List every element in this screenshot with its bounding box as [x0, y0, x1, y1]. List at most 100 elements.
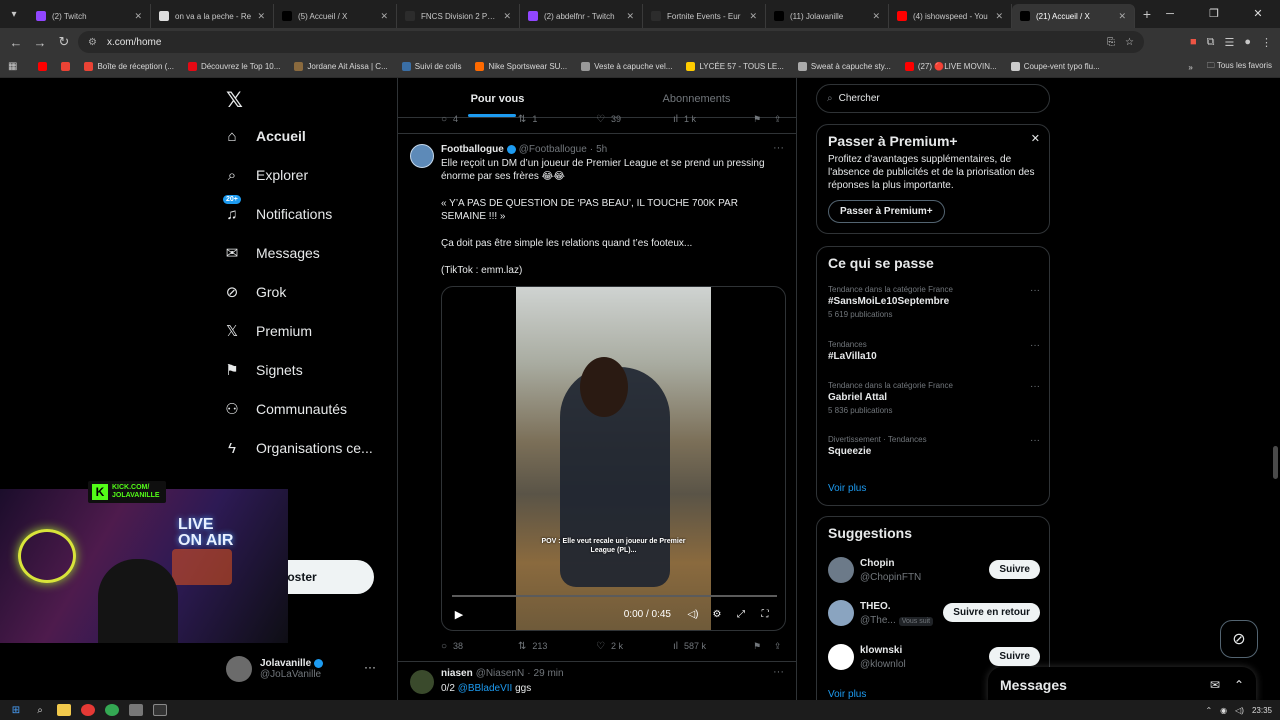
sidebar-item-mail[interactable]: ✉ Messages [222, 243, 320, 263]
tab-close-icon[interactable]: ✕ [995, 11, 1003, 22]
avatar[interactable] [828, 557, 854, 583]
tab-close-icon[interactable]: ✕ [749, 11, 757, 22]
video-progress-bar[interactable] [452, 595, 777, 597]
search-icon[interactable]: ⌕ [30, 702, 50, 718]
more-icon[interactable]: ··· [1030, 435, 1040, 446]
suggestions-see-more-link[interactable]: Voir plus [828, 689, 866, 700]
avatar[interactable] [828, 644, 854, 670]
browser-tab[interactable]: (2) abdelfnr - Twitch ✕ [520, 4, 643, 28]
all-bookmarks-button[interactable]: 🗀 Tous les favoris [1207, 60, 1272, 74]
bookmark-item[interactable]: Veste à capuche vel... [576, 62, 677, 71]
windows-start-icon[interactable]: ⊞ [6, 702, 26, 718]
repost-button[interactable]: ⇅ 213 [518, 641, 547, 652]
video-frame[interactable]: POV : Elle veut recale un joueur de Prem… [516, 287, 711, 630]
suggestion-item[interactable]: THEO. @The... Vous suit Suivre en retour [828, 600, 1040, 630]
suggestion-item[interactable]: Chopin @ChopinFTN Suivre [828, 557, 1040, 587]
more-icon[interactable]: ··· [773, 142, 784, 154]
tab-close-icon[interactable]: ✕ [872, 11, 880, 22]
play-icon[interactable]: ▶ [452, 607, 466, 621]
more-icon[interactable]: ··· [1030, 381, 1040, 392]
more-icon[interactable]: ··· [364, 660, 376, 674]
bookmark-icon[interactable]: ⚑ [753, 114, 761, 125]
follow-button[interactable]: Suivre [989, 560, 1040, 579]
settings-icon[interactable]: ⚙ [705, 609, 729, 620]
bookmark-item[interactable]: Découvrez le Top 10... [183, 62, 285, 71]
tab-close-icon[interactable]: ✕ [380, 11, 388, 22]
browser-tab[interactable]: Fortnite Events - Eur ✕ [643, 4, 766, 28]
tab-search-button[interactable]: ▾ [0, 0, 28, 28]
bookmark-item[interactable]: Nike Sportswear SU... [470, 62, 572, 71]
like-button[interactable]: ♡ 39 [596, 114, 621, 125]
sidebar-item-x-premium[interactable]: 𝕏 Premium [222, 321, 312, 341]
trend-item[interactable]: Divertissement · Tendances Squeezie ··· [828, 435, 1040, 457]
forward-button[interactable]: → [28, 35, 52, 50]
bookmark-item[interactable]: Jordane Ait Aissa | C... [289, 62, 392, 71]
author-name[interactable]: niasen [441, 668, 473, 679]
account-switcher[interactable]: Jolavanille @JoLaVanille ··· [226, 656, 386, 682]
avatar[interactable] [410, 670, 434, 694]
tab-close-icon[interactable]: ✕ [1118, 11, 1126, 22]
profile-avatar-icon[interactable]: ● [1244, 36, 1251, 48]
sidebar-item-search[interactable]: ⌕ Explorer [222, 165, 308, 185]
browser-tab[interactable]: on va a la peche - Re ✕ [151, 4, 274, 28]
reload-button[interactable]: ↻ [52, 34, 76, 50]
browser-tab[interactable]: (5) Accueil / X ✕ [274, 4, 397, 28]
extensions-puzzle-icon[interactable]: ⧉ [1207, 36, 1215, 49]
messages-drawer[interactable]: Messages ✉ ⌃ [988, 667, 1256, 700]
apps-grid-icon[interactable]: ▦ [8, 61, 17, 72]
rotate-icon[interactable]: ⤢ [729, 609, 753, 620]
volume-icon[interactable]: ◁) [1235, 706, 1244, 715]
views-button[interactable]: ıl 1 k [673, 114, 696, 125]
trend-item[interactable]: Tendances #LaVilla10 ··· [828, 340, 1040, 362]
install-app-icon[interactable]: ⎘ [1107, 37, 1115, 48]
more-icon[interactable]: ··· [773, 666, 784, 678]
page-scrollbar[interactable] [1270, 78, 1280, 700]
sidebar-icon[interactable]: ☰ [1224, 36, 1234, 49]
suggestion-name[interactable]: Chopin [860, 558, 894, 569]
tray-chevron-icon[interactable]: ⌃ [1205, 706, 1212, 715]
mention-link[interactable]: @BBladeVII [458, 683, 513, 694]
grok-floating-button[interactable]: ⊘ [1220, 620, 1258, 658]
tweet-time[interactable]: 5h [596, 144, 607, 155]
follow-button[interactable]: Suivre [989, 647, 1040, 666]
clock[interactable]: 23:35 [1252, 706, 1272, 715]
bookmark-star-icon[interactable]: ☆ [1125, 37, 1134, 48]
browser-tab[interactable]: (2) Twitch ✕ [28, 4, 151, 28]
tab-for-you[interactable]: Pour vous [398, 78, 597, 117]
site-info-icon[interactable]: ⚙ [88, 37, 97, 48]
video-player[interactable]: POV : Elle veut recale un joueur de Prem… [441, 286, 786, 631]
volume-icon[interactable]: ◁) [681, 609, 705, 620]
avatar[interactable] [828, 600, 854, 626]
minimize-button[interactable]: ─ [1148, 0, 1192, 28]
sidebar-item-home[interactable]: ⌂ Accueil [222, 126, 305, 146]
more-bookmarks-icon[interactable]: » [1188, 63, 1192, 72]
sidebar-item-bell[interactable]: ♫ 20+ Notifications [222, 195, 332, 224]
trends-see-more-link[interactable]: Voir plus [828, 483, 866, 494]
sidebar-item-lightning[interactable]: ϟ Organisations ce... [222, 438, 373, 458]
tab-close-icon[interactable]: ✕ [626, 11, 634, 22]
bookmark-item[interactable]: Boîte de réception (... [79, 62, 179, 71]
fullscreen-icon[interactable]: ⛶ [753, 609, 777, 620]
bookmark-item[interactable] [56, 62, 75, 71]
bookmark-item[interactable]: (27) 🔴LIVE MOVIN... [900, 62, 1002, 71]
more-icon[interactable]: ··· [1030, 285, 1040, 296]
reply-button[interactable]: ○ 4 [441, 114, 458, 125]
obs-icon[interactable] [150, 702, 170, 718]
close-window-button[interactable]: ✕ [1236, 0, 1280, 28]
back-button[interactable]: ← [4, 35, 28, 50]
sidebar-item-grok[interactable]: ⊘ Grok [222, 282, 287, 302]
network-icon[interactable]: ◉ [1220, 706, 1227, 715]
new-message-icon[interactable]: ✉ [1210, 678, 1220, 692]
premium-button[interactable]: Passer à Premium+ [828, 200, 945, 223]
sidebar-item-bookmark[interactable]: ⚑ Signets [222, 360, 302, 380]
browser-tab[interactable]: FNCS Division 2 Prac ✕ [397, 4, 520, 28]
share-icon[interactable]: ⇪ [774, 641, 782, 652]
tweet-time[interactable]: 29 min [534, 668, 564, 679]
tab-close-icon[interactable]: ✕ [503, 11, 511, 22]
bookmark-item[interactable]: LYCÉE 57 - TOUS LE... [681, 62, 788, 71]
browser-tab[interactable]: (21) Accueil / X ✕ [1012, 4, 1135, 28]
tab-close-icon[interactable]: ✕ [257, 11, 265, 22]
bookmark-item[interactable]: Suivi de colis [397, 62, 467, 71]
browser-tab[interactable]: (11) Jolavanille ✕ [766, 4, 889, 28]
like-button[interactable]: ♡ 2 k [596, 641, 623, 652]
